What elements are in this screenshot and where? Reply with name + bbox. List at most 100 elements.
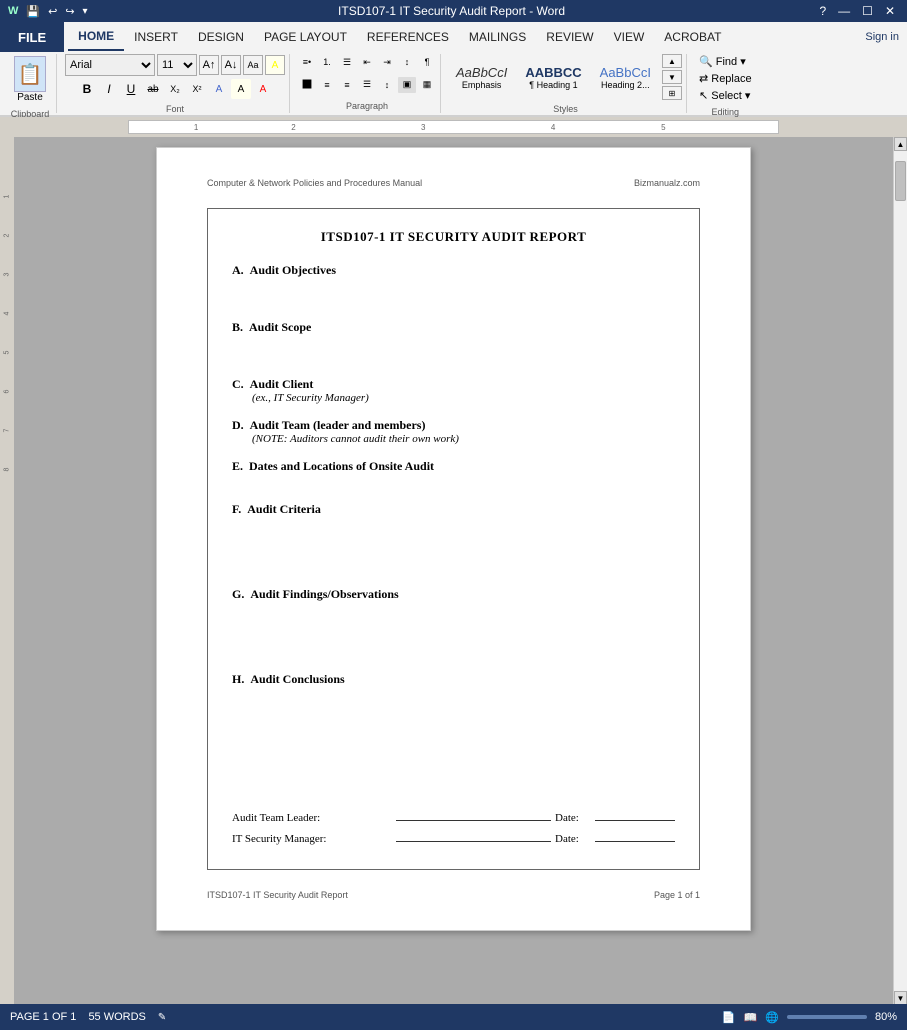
footer-right: Page 1 of 1 xyxy=(654,890,700,900)
multilevel-btn[interactable]: ☰ xyxy=(338,54,356,70)
undo-btn[interactable]: ↩ xyxy=(48,5,57,18)
editing-label: Editing xyxy=(712,107,740,117)
font-size-select[interactable]: 891011121416 xyxy=(157,54,197,76)
font-name-select[interactable]: Arial Times New Roman Calibri xyxy=(65,54,155,76)
sort-btn[interactable]: ↕ xyxy=(398,54,416,70)
select-btn[interactable]: ↖ Select ▾ xyxy=(695,88,756,103)
tab-references[interactable]: REFERENCES xyxy=(357,24,459,50)
find-btn[interactable]: 🔍 Find ▾ xyxy=(695,54,756,69)
styles-down-btn[interactable]: ▼ xyxy=(662,70,682,84)
section-h: H. Audit Conclusions xyxy=(232,672,675,787)
align-right-btn[interactable]: ≡ xyxy=(338,77,356,93)
increase-indent-btn[interactable]: ⇥ xyxy=(378,54,396,70)
italic-btn[interactable]: I xyxy=(99,79,119,99)
tab-acrobat[interactable]: ACROBAT xyxy=(654,24,731,50)
justify-btn[interactable]: ☰ xyxy=(358,77,376,93)
scroll-up-btn[interactable]: ▲ xyxy=(894,137,907,151)
tab-view[interactable]: VIEW xyxy=(604,24,655,50)
superscript-btn[interactable]: X² xyxy=(187,79,207,99)
window-title: ITSD107-1 IT Security Audit Report - Wor… xyxy=(88,4,816,18)
align-left-btn[interactable]: ⬛︎ xyxy=(298,77,316,93)
font-group: Arial Times New Roman Calibri 8910111214… xyxy=(61,54,290,113)
header-left: Computer & Network Policies and Procedur… xyxy=(207,178,422,188)
line-spacing-btn[interactable]: ↕ xyxy=(378,77,396,93)
scroll-thumb[interactable] xyxy=(895,161,906,201)
bullets-btn[interactable]: ≡• xyxy=(298,54,316,70)
minimize-btn[interactable]: — xyxy=(834,4,854,18)
section-b-heading: B. Audit Scope xyxy=(232,320,311,334)
view-mode-read[interactable]: 📖 xyxy=(744,1011,758,1024)
scroll-track[interactable] xyxy=(894,151,907,991)
tab-review[interactable]: REVIEW xyxy=(536,24,603,50)
style-emphasis[interactable]: AaBbCcI Emphasis xyxy=(449,62,514,93)
sig-line-1 xyxy=(396,807,551,821)
heading1-label: ¶ Heading 1 xyxy=(529,80,577,90)
tab-page-layout[interactable]: PAGE LAYOUT xyxy=(254,24,357,50)
grow-font-btn[interactable]: A↑ xyxy=(199,55,219,75)
paste-icon: 📋 xyxy=(14,56,46,92)
status-right: 📄 📖 🌐 80% xyxy=(722,1011,897,1024)
redo-btn[interactable]: ↪ xyxy=(65,5,74,18)
paste-button[interactable]: 📋 Paste xyxy=(8,54,52,105)
highlight-btn[interactable]: A xyxy=(231,79,251,99)
sig-row-2: IT Security Manager: Date: xyxy=(232,828,675,845)
title-bar: W 💾 ↩ ↪ ▾ ITSD107-1 IT Security Audit Re… xyxy=(0,0,907,22)
font-group-label: Font xyxy=(166,104,184,114)
editing-btns: 🔍 Find ▾ ⇄ Replace ↖ Select ▾ xyxy=(695,54,756,103)
styles-group: AaBbCcI Emphasis AABBCC ¶ Heading 1 AaBb… xyxy=(445,54,687,113)
text-effects-btn[interactable]: A xyxy=(209,79,229,99)
zoom-slider[interactable] xyxy=(787,1015,867,1019)
view-mode-print[interactable]: 📄 xyxy=(722,1011,736,1024)
change-case-btn[interactable]: Aa xyxy=(243,55,263,75)
page-wrapper: Computer & Network Policies and Procedur… xyxy=(156,147,751,995)
close-btn[interactable]: ✕ xyxy=(881,4,899,18)
section-f: F. Audit Criteria xyxy=(232,502,675,573)
show-hide-btn[interactable]: ¶ xyxy=(418,54,436,70)
file-tab[interactable]: FILE xyxy=(0,22,64,52)
decrease-indent-btn[interactable]: ⇤ xyxy=(358,54,376,70)
editing-group: 🔍 Find ▾ ⇄ Replace ↖ Select ▾ Editing xyxy=(691,54,760,113)
replace-btn[interactable]: ⇄ Replace xyxy=(695,71,756,86)
styles-more-btn[interactable]: ⊞ xyxy=(662,86,682,100)
view-mode-web[interactable]: 🌐 xyxy=(765,1011,779,1024)
shading-btn[interactable]: ▣ xyxy=(398,77,416,93)
sign-in-link[interactable]: Sign in xyxy=(865,22,907,52)
heading1-preview: AABBCC xyxy=(525,65,581,80)
tab-design[interactable]: DESIGN xyxy=(188,24,254,50)
ruler: 1 2 3 4 5 xyxy=(0,117,907,137)
bold-btn[interactable]: B xyxy=(77,79,97,99)
section-c: C. Audit Client (ex., IT Security Manage… xyxy=(232,377,675,404)
header-right: Bizmanualz.com xyxy=(634,178,700,188)
style-heading2[interactable]: AaBbCcI Heading 2... xyxy=(593,62,658,93)
subscript-btn[interactable]: X₂ xyxy=(165,79,185,99)
doc-content-box: ITSD107-1 IT SECURITY AUDIT REPORT A. Au… xyxy=(207,208,700,870)
page-header: Computer & Network Policies and Procedur… xyxy=(207,178,700,192)
scroll-down-btn[interactable]: ▼ xyxy=(894,991,907,1005)
shrink-font-btn[interactable]: A↓ xyxy=(221,55,241,75)
numbering-btn[interactable]: 1. xyxy=(318,54,336,70)
sig-label-1: Audit Team Leader: xyxy=(232,812,392,824)
section-d-heading: D. Audit Team (leader and members) xyxy=(232,418,675,433)
section-e-heading: E. Dates and Locations of Onsite Audit xyxy=(232,459,675,474)
quick-save[interactable]: 💾 xyxy=(26,5,40,18)
align-center-btn[interactable]: ≡ xyxy=(318,77,336,93)
help-btn[interactable]: ? xyxy=(815,4,830,18)
word-count: 55 WORDS xyxy=(88,1011,145,1023)
tab-insert[interactable]: INSERT xyxy=(124,24,188,50)
right-margin-indicator xyxy=(779,120,907,134)
border-btn[interactable]: ▦ xyxy=(418,77,436,93)
underline-btn[interactable]: U xyxy=(121,79,141,99)
tab-mailings[interactable]: MAILINGS xyxy=(459,24,536,50)
section-a: A. Audit Objectives xyxy=(232,263,675,306)
maximize-btn[interactable]: ☐ xyxy=(858,4,877,18)
tab-home[interactable]: HOME xyxy=(68,23,124,51)
text-highlight-btn[interactable]: A xyxy=(265,55,285,75)
section-e: E. Dates and Locations of Onsite Audit xyxy=(232,459,675,488)
strikethrough-btn[interactable]: ab xyxy=(143,79,163,99)
font-color-btn[interactable]: A xyxy=(253,79,273,99)
page[interactable]: Computer & Network Policies and Procedur… xyxy=(156,147,751,931)
style-heading1[interactable]: AABBCC ¶ Heading 1 xyxy=(518,62,588,93)
styles-up-btn[interactable]: ▲ xyxy=(662,54,682,68)
sig-date-line-2 xyxy=(595,828,675,842)
sig-line-2 xyxy=(396,828,551,842)
